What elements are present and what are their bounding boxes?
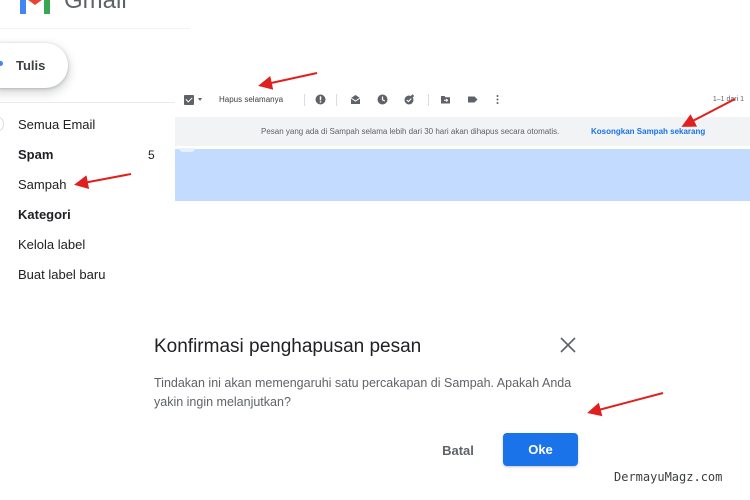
select-checkbox-icon[interactable]	[184, 95, 194, 105]
label-icon[interactable]	[467, 94, 478, 105]
dialog-message: Tindakan ini akan memengaruhi satu perca…	[154, 376, 572, 409]
gmail-logo[interactable]: Gmail	[18, 0, 127, 16]
chevron-down-icon[interactable]	[198, 98, 202, 101]
snooze-icon[interactable]	[377, 94, 388, 105]
spam-count-badge: 5	[148, 148, 155, 162]
annotation-arrows	[74, 72, 736, 417]
mail-toolbar: Hapus selamanya 1–1 dari 1	[175, 88, 750, 112]
gmail-wordmark: Gmail	[64, 0, 127, 14]
sidebar-item-spam[interactable]: Spam	[18, 147, 53, 162]
sidebar-item-trash[interactable]: Sampah	[18, 177, 66, 192]
arrow-to-trash	[74, 173, 132, 190]
close-icon[interactable]	[558, 335, 578, 355]
report-spam-icon[interactable]	[315, 94, 326, 105]
toolbar-separator	[304, 94, 305, 106]
plus-icon	[0, 61, 3, 66]
compose-button[interactable]: Tulis	[0, 43, 68, 88]
sidebar-item-categories[interactable]: Kategori	[18, 207, 71, 222]
collapse-toggle[interactable]	[0, 117, 4, 131]
mark-unread-icon[interactable]	[350, 94, 361, 105]
sidebar-item-manage-labels[interactable]: Kelola label	[18, 237, 85, 252]
sidebar-item-create-label[interactable]: Buat label baru	[18, 267, 105, 282]
move-to-icon[interactable]	[440, 94, 451, 105]
gmail-m-icon	[20, 0, 50, 14]
watermark: DermayuMagz.com	[614, 470, 723, 484]
selected-email-row[interactable]	[175, 148, 750, 201]
row-notch	[179, 148, 195, 152]
pagination-range: 1–1 dari 1	[712, 96, 744, 103]
arrow-to-confirm	[587, 392, 664, 417]
empty-trash-link[interactable]: Kosongkan Sampah sekarang	[591, 127, 705, 136]
sidebar-divider	[0, 102, 175, 103]
arrow-to-delete-forever	[258, 72, 318, 90]
header-divider	[0, 28, 190, 29]
toolbar-separator	[336, 94, 337, 106]
delete-forever-button[interactable]: Hapus selamanya	[219, 95, 283, 104]
sidebar-item-all-mail[interactable]: Semua Email	[18, 117, 95, 132]
toolbar-separator	[428, 94, 429, 106]
banner-text: Pesan yang ada di Sampah selama lebih da…	[261, 127, 560, 136]
trash-info-banner: Pesan yang ada di Sampah selama lebih da…	[175, 117, 750, 146]
more-icon[interactable]	[492, 94, 503, 105]
cancel-button[interactable]: Batal	[430, 435, 486, 465]
compose-label: Tulis	[16, 58, 46, 73]
ok-button[interactable]: Oke	[503, 433, 578, 466]
dialog-title: Konfirmasi penghapusan pesan	[154, 336, 422, 357]
add-to-tasks-icon[interactable]	[404, 94, 415, 105]
